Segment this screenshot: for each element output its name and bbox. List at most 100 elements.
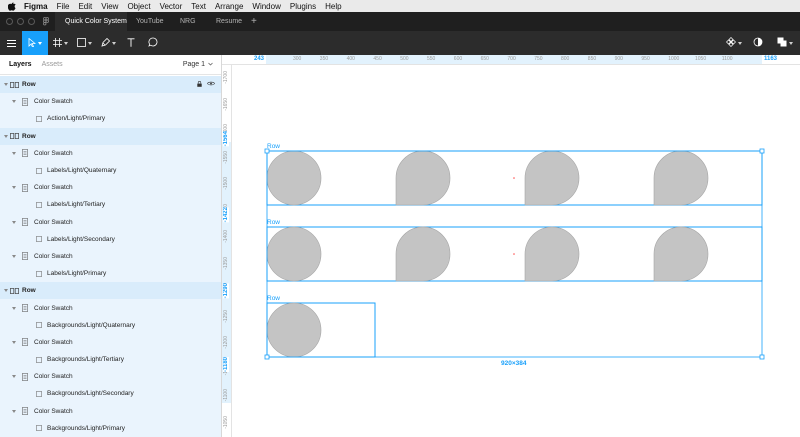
layer-row[interactable]: Row: [0, 282, 221, 299]
ruler-tick-label: 500: [400, 56, 408, 62]
frame-name-label[interactable]: Row: [267, 143, 280, 150]
zoom-window-button[interactable]: [28, 18, 35, 25]
chevron-down-icon[interactable]: [112, 42, 116, 45]
tab-resume[interactable]: Resume: [207, 12, 249, 31]
layer-color-swatch[interactable]: Color Swatch: [0, 93, 221, 110]
layer-color-swatch[interactable]: Color Swatch: [0, 299, 221, 316]
design-canvas[interactable]: RowRowRow920×384: [232, 65, 800, 437]
contrast-half-icon: [753, 34, 763, 52]
tab-youtube[interactable]: YouTube: [127, 12, 171, 31]
layer-color-swatch[interactable]: Color Swatch: [0, 334, 221, 351]
tab-quick-color-system[interactable]: Quick Color System: [55, 12, 127, 31]
chevron-down-icon[interactable]: [4, 83, 8, 86]
layer-color-swatch[interactable]: Color Swatch: [0, 403, 221, 420]
menu-edit[interactable]: Edit: [78, 2, 92, 11]
figma-logo-icon[interactable]: [43, 17, 49, 26]
layer-style-item[interactable]: Backgrounds/Light/Primary: [0, 420, 221, 437]
text-tool-button[interactable]: [120, 31, 142, 55]
layer-color-swatch[interactable]: Color Swatch: [0, 179, 221, 196]
frame-tool-button[interactable]: [48, 31, 72, 55]
menu-help[interactable]: Help: [325, 2, 341, 11]
color-swatch-shape[interactable]: [267, 227, 321, 281]
eye-icon[interactable]: [207, 81, 215, 88]
chevron-down-icon[interactable]: [12, 152, 16, 155]
color-swatch-shape[interactable]: [267, 303, 321, 357]
layer-style-item[interactable]: Action/Light/Primary: [0, 110, 221, 127]
pen-tool-button[interactable]: [96, 31, 120, 55]
menu-app-name[interactable]: Figma: [24, 2, 48, 11]
menu-vector[interactable]: Vector: [160, 2, 183, 11]
chevron-down-icon[interactable]: [38, 42, 42, 45]
boolean-groups-button[interactable]: [770, 31, 800, 55]
chevron-down-icon[interactable]: [12, 410, 16, 413]
color-swatch-shape[interactable]: [654, 151, 708, 205]
color-swatch-shape[interactable]: [525, 151, 579, 205]
page-selector[interactable]: Page 1: [183, 61, 213, 68]
resize-handle[interactable]: [265, 355, 269, 359]
components-button[interactable]: [722, 31, 746, 55]
lock-icon[interactable]: [197, 81, 202, 89]
tab-label: NRG: [180, 18, 196, 25]
new-tab-button[interactable]: +: [251, 16, 257, 27]
chevron-down-icon[interactable]: [789, 42, 793, 45]
chevron-down-icon[interactable]: [12, 307, 16, 310]
shape-tool-button[interactable]: [72, 31, 96, 55]
menu-file[interactable]: File: [57, 2, 70, 11]
color-swatch-shape[interactable]: [654, 227, 708, 281]
apple-icon[interactable]: [8, 2, 16, 11]
frame-name-label[interactable]: Row: [267, 219, 280, 226]
frame-name-label[interactable]: Row: [267, 295, 280, 302]
tab-layers[interactable]: Layers: [9, 61, 32, 68]
chevron-down-icon[interactable]: [64, 42, 68, 45]
color-swatch-shape[interactable]: [396, 151, 450, 205]
chevron-down-icon[interactable]: [12, 186, 16, 189]
chevron-down-icon[interactable]: [12, 375, 16, 378]
chevron-down-icon[interactable]: [12, 255, 16, 258]
layer-label: Color Swatch: [34, 98, 73, 105]
resize-handle[interactable]: [760, 149, 764, 153]
comment-tool-button[interactable]: [142, 31, 164, 55]
layer-style-item[interactable]: Backgrounds/Light/Secondary: [0, 385, 221, 402]
menu-object[interactable]: Object: [127, 2, 150, 11]
chevron-down-icon[interactable]: [738, 42, 742, 45]
menu-plugins[interactable]: Plugins: [290, 2, 316, 11]
resize-handle[interactable]: [760, 355, 764, 359]
layer-row[interactable]: Row: [0, 76, 221, 93]
layer-style-item[interactable]: Labels/Light/Tertiary: [0, 196, 221, 213]
layer-color-swatch[interactable]: Color Swatch: [0, 248, 221, 265]
chevron-down-icon[interactable]: [12, 341, 16, 344]
tab-assets[interactable]: Assets: [42, 61, 63, 68]
menu-view[interactable]: View: [101, 2, 118, 11]
move-tool-button[interactable]: [22, 31, 48, 55]
color-swatch-shape[interactable]: [525, 227, 579, 281]
layer-style-item[interactable]: Backgrounds/Light/Tertiary: [0, 351, 221, 368]
layer-style-item[interactable]: Labels/Light/Quaternary: [0, 162, 221, 179]
layer-style-item[interactable]: Backgrounds/Light/Quaternary: [0, 317, 221, 334]
chevron-down-icon[interactable]: [4, 135, 8, 138]
layer-style-item[interactable]: Labels/Light/Primary: [0, 265, 221, 282]
menu-arrange[interactable]: Arrange: [215, 2, 243, 11]
menu-window[interactable]: Window: [252, 2, 280, 11]
mask-button[interactable]: [746, 31, 770, 55]
close-window-button[interactable]: [6, 18, 13, 25]
chevron-down-icon[interactable]: [88, 42, 92, 45]
color-swatch-shape[interactable]: [396, 227, 450, 281]
layer-color-swatch[interactable]: Color Swatch: [0, 145, 221, 162]
menu-text[interactable]: Text: [191, 2, 206, 11]
center-marker: [513, 177, 515, 179]
layer-style-item[interactable]: Labels/Light/Secondary: [0, 231, 221, 248]
layer-color-swatch[interactable]: Color Swatch: [0, 214, 221, 231]
layer-label: Row: [22, 287, 36, 294]
layer-color-swatch[interactable]: Color Swatch: [0, 368, 221, 385]
ruler-tick-label: -1100: [223, 389, 229, 401]
chevron-down-icon[interactable]: [4, 289, 8, 292]
layer-row[interactable]: Row: [0, 128, 221, 145]
color-swatch-shape[interactable]: [267, 151, 321, 205]
rectangle-layer-icon: [36, 236, 42, 242]
layer-label: Labels/Light/Quaternary: [47, 167, 116, 174]
tab-nrg[interactable]: NRG: [171, 12, 207, 31]
minimize-window-button[interactable]: [17, 18, 24, 25]
chevron-down-icon[interactable]: [12, 100, 16, 103]
chevron-down-icon[interactable]: [12, 221, 16, 224]
main-menu-button[interactable]: [0, 31, 22, 55]
